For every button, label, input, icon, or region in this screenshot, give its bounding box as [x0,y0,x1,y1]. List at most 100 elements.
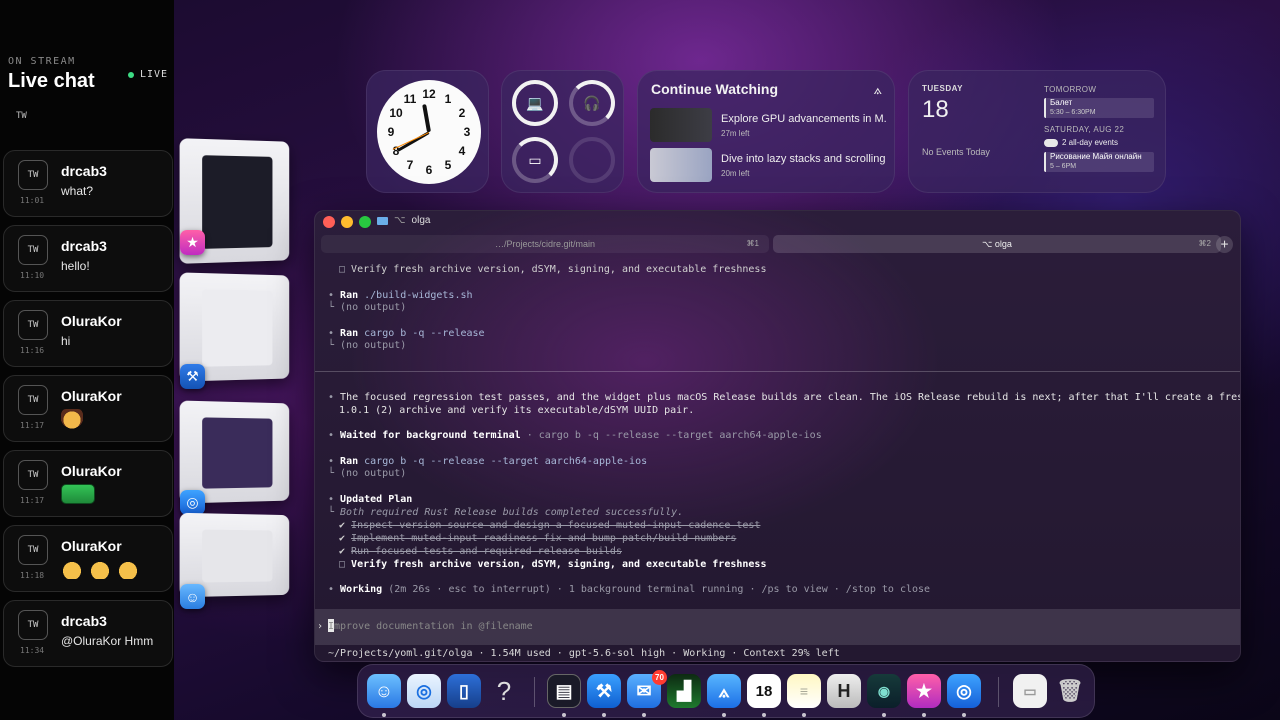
star-app-icon[interactable]: ★ [907,674,941,708]
airpods-icon: 🎧 [569,80,615,126]
tab-shortcut: ⌘2 [1198,239,1211,248]
running-indicator [882,713,886,717]
activity-monitor-icon[interactable]: ▟ [667,674,701,708]
message-time: 11:01 [20,196,45,205]
calendar-icon[interactable]: 18 [747,674,781,708]
trash-icon[interactable]: 🗑 [1053,674,1087,708]
instruments-beta-icon[interactable]: ◉ [867,674,901,708]
message-user: drcab3 [61,613,107,629]
running-indicator [762,713,766,717]
tab-bar: …/Projects/cidre.git/main ⌘1 ⌥ olga ⌘2 [321,235,1221,253]
clock-number: 4 [458,144,466,158]
video-item[interactable]: Explore GPU advancements in M... 27m lef… [650,108,890,142]
message-time: 11:16 [20,346,45,355]
platform-label: TW [16,111,27,121]
message-text: @OluraKor Hmm [61,634,154,648]
safari-tech-preview-icon[interactable]: ◎ [947,674,981,708]
app-store-icon[interactable]: ⟑ [707,674,741,708]
notes-icon[interactable]: ≡ [787,674,821,708]
xcode-beta-icon[interactable]: ⚒ [587,674,621,708]
zoom-button[interactable] [359,216,371,228]
continue-watching-widget[interactable]: Continue Watching ⟑ Explore GPU advancem… [637,70,895,193]
on-stream-label: ON STREAM [8,56,76,67]
prompt-input[interactable]: Improve documentation in @filename [328,621,533,632]
clock-number: 9 [387,125,395,139]
tab-olga[interactable]: ⌥ olga ⌘2 [773,235,1221,253]
twitch-badge-icon: TW [18,310,48,340]
message-text [61,559,145,579]
app-star-icon[interactable]: ★ [180,230,205,255]
terminal-line: • Updated Plan [328,494,413,505]
terminal-line: • Ran cargo b -q --release [328,328,485,339]
running-indicator [722,713,726,717]
calendar-event[interactable]: Рисование Майя онлайн 5 – 6PM [1044,152,1154,172]
analog-clock: 12 1 2 3 4 5 6 7 8 9 10 11 [377,80,481,184]
event-time: 5 – 6PM [1050,163,1077,170]
close-button[interactable] [323,216,335,228]
toggle-icon [1044,138,1058,147]
running-indicator [802,713,806,717]
calendar-event[interactable]: Балет 5:30 – 6:30PM [1044,98,1154,118]
batteries-widget[interactable]: 💻 🎧 ▭ [501,70,624,193]
status-line: ~/Projects/yoml.git/olga · 1.54M used · … [328,648,840,659]
tomorrow-label: TOMORROW [1044,85,1097,94]
terminal-line: 1.0.1 (2) archive and verify its executa… [339,405,695,416]
second-hand [392,132,430,150]
title-bar[interactable]: ⌥ olga [315,211,1240,233]
message-user: OluraKor [61,313,122,329]
new-tab-button[interactable]: + [1216,236,1233,253]
terminal-line: └ (no output) [328,340,407,351]
finder-icon[interactable]: ☺ [367,674,401,708]
clock-number: 6 [425,163,433,177]
terminal-line: • Waited for background terminal · cargo… [328,430,822,441]
plan-item-pending: □ Verify fresh archive version, dSYM, si… [339,559,767,570]
no-events-label: No Events Today [922,147,990,157]
event-title: Рисование Майя онлайн [1050,152,1142,161]
safari-icon[interactable]: ◎ [180,490,205,515]
terminal-app-icon[interactable]: ▤ [547,674,581,708]
calendar-widget[interactable]: TUESDAY 18 No Events Today TOMORROW Бале… [908,70,1166,193]
tab-shortcut: ⌘1 [746,239,759,248]
live-indicator: LIVE [128,69,168,80]
message-user: drcab3 [61,163,107,179]
safari-icon[interactable]: ◎ [407,674,441,708]
document-icon[interactable]: ▭ [1013,674,1047,708]
message-user: drcab3 [61,238,107,254]
help-icon[interactable]: ? [487,674,521,708]
terminal-line: • Ran cargo b -q --release --target aarc… [328,456,648,467]
video-thumbnail [650,108,712,142]
live-dot-icon [128,71,134,78]
running-indicator [642,713,646,717]
twitch-badge-icon: TW [18,385,48,415]
message-time: 11:17 [20,496,45,505]
clock-number: 1 [444,92,452,106]
prompt-bar[interactable]: › Improve documentation in @filename [315,609,1240,645]
h-app-icon[interactable]: H [827,674,861,708]
prompt-caret-icon: › [317,621,324,632]
mail-icon[interactable]: ✉ 70 [627,670,667,708]
working-status-line: • Working (2m 26s · esc to interrupt) · … [328,584,931,595]
video-title: Dive into lazy stacks and scrolling... [721,153,886,165]
clock-number: 3 [463,125,471,139]
tab-cidre[interactable]: …/Projects/cidre.git/main ⌘1 [321,235,769,253]
finder-icon[interactable]: ☺ [180,584,205,609]
twitch-badge-icon: TW [18,160,48,190]
chat-message: TW 11:16 OluraKor hi [3,300,173,367]
minimize-button[interactable] [341,216,353,228]
terminal-line: └ Both required Rust Release builds comp… [328,507,684,518]
xcode-icon[interactable]: ⚒ [180,364,205,389]
chat-message-list: TW 11:01 drcab3 what? TW 11:10 drcab3 he… [3,150,173,675]
clock-widget[interactable]: 12 1 2 3 4 5 6 7 8 9 10 11 [366,70,489,193]
emote-cat-icon [89,559,111,579]
divider [315,371,1240,372]
stage-window-safari[interactable] [179,400,290,504]
terminal-window[interactable]: ⌥ olga …/Projects/cidre.git/main ⌘1 ⌥ ol… [314,210,1241,662]
simulator-icon[interactable]: ▯ [447,674,481,708]
plan-item-done: ✔ Run focused tests and required release… [339,546,622,557]
chat-message: TW 11:17 OluraKor [3,450,173,517]
video-item[interactable]: Dive into lazy stacks and scrolling... 2… [650,148,890,182]
message-text: hi [61,334,71,348]
calendar-date-icon: 18 [755,682,773,700]
clock-number: 5 [444,158,452,172]
emote-cat-icon [117,559,139,579]
